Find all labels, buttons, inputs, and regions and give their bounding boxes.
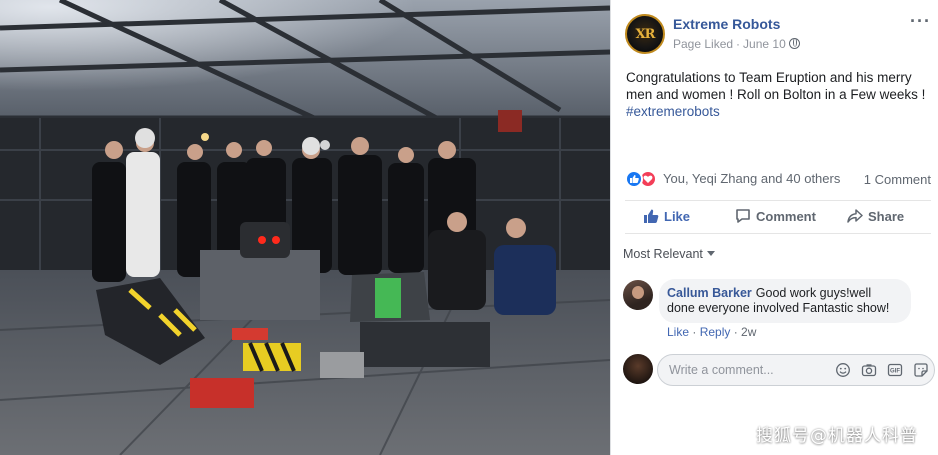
comment-author-link[interactable]: Callum Barker xyxy=(667,286,752,300)
post-date-link[interactable]: June 10 xyxy=(743,37,786,51)
like-reaction-icon xyxy=(625,170,643,188)
page-logo-icon: XR xyxy=(635,27,656,42)
more-options-icon[interactable]: ··· xyxy=(910,12,931,30)
commenter-avatar[interactable] xyxy=(623,280,653,310)
post-meta: Page Liked · June 10 xyxy=(673,37,800,51)
hashtag-link[interactable]: #extremerobots xyxy=(626,103,926,120)
emoji-icon[interactable] xyxy=(835,362,851,378)
page-name-link[interactable]: Extreme Robots xyxy=(673,16,780,32)
comment-reply-link[interactable]: Reply xyxy=(700,325,731,339)
like-button-label: Like xyxy=(664,209,691,224)
reaction-icons[interactable] xyxy=(625,170,659,188)
comment-composer: GIF xyxy=(623,354,935,386)
post-header: XR Extreme Robots Page Liked · June 10 ··· xyxy=(625,12,931,56)
svg-text:GIF: GIF xyxy=(890,369,900,375)
share-arrow-icon xyxy=(847,209,863,223)
share-button[interactable]: Share xyxy=(847,208,904,224)
gif-icon[interactable]: GIF xyxy=(887,362,903,378)
meta-separator: · xyxy=(736,37,741,51)
sticker-icon[interactable] xyxy=(913,362,929,378)
comment-age-link[interactable]: 2w xyxy=(741,325,756,339)
current-user-avatar[interactable] xyxy=(623,354,653,384)
caret-down-icon xyxy=(706,251,715,256)
comment-count-link[interactable]: 1 Comment xyxy=(864,172,931,187)
source-watermark: 搜狐号@机器人科普 xyxy=(756,426,918,446)
team-robots-photo xyxy=(0,0,610,455)
post-message: Congratulations to Team Eruption and his… xyxy=(626,69,926,120)
comment-button[interactable]: Comment xyxy=(735,208,816,224)
page-avatar[interactable]: XR xyxy=(625,14,665,54)
post-panel: XR Extreme Robots Page Liked · June 10 ···… xyxy=(610,0,938,455)
comment-bubble-icon xyxy=(736,209,750,223)
like-button[interactable]: Like xyxy=(643,208,690,224)
thumbs-up-icon xyxy=(644,209,659,223)
comment-bubble: Callum Barker Good work guys!well done ev… xyxy=(659,279,911,323)
reaction-names-link[interactable]: You, Yeqi Zhang and 40 others xyxy=(663,171,840,186)
comment-button-label: Comment xyxy=(756,209,816,224)
globe-icon xyxy=(788,38,800,49)
post-photo[interactable] xyxy=(0,0,610,455)
comment-actions: Like · Reply · 2w xyxy=(667,325,757,339)
reactions-summary: You, Yeqi Zhang and 40 others 1 Comment xyxy=(625,170,931,188)
comment-sort-label: Most Relevant xyxy=(623,247,703,261)
share-button-label: Share xyxy=(868,209,905,224)
post-actions-bar: Like Comment Share xyxy=(625,200,931,234)
comment-like-link[interactable]: Like xyxy=(667,325,689,339)
camera-icon[interactable] xyxy=(861,362,877,378)
comment-sort-dropdown[interactable]: Most Relevant xyxy=(623,247,715,261)
post-message-text: Congratulations to Team Eruption and his… xyxy=(626,70,926,102)
page-liked-status: Page Liked xyxy=(673,37,734,51)
